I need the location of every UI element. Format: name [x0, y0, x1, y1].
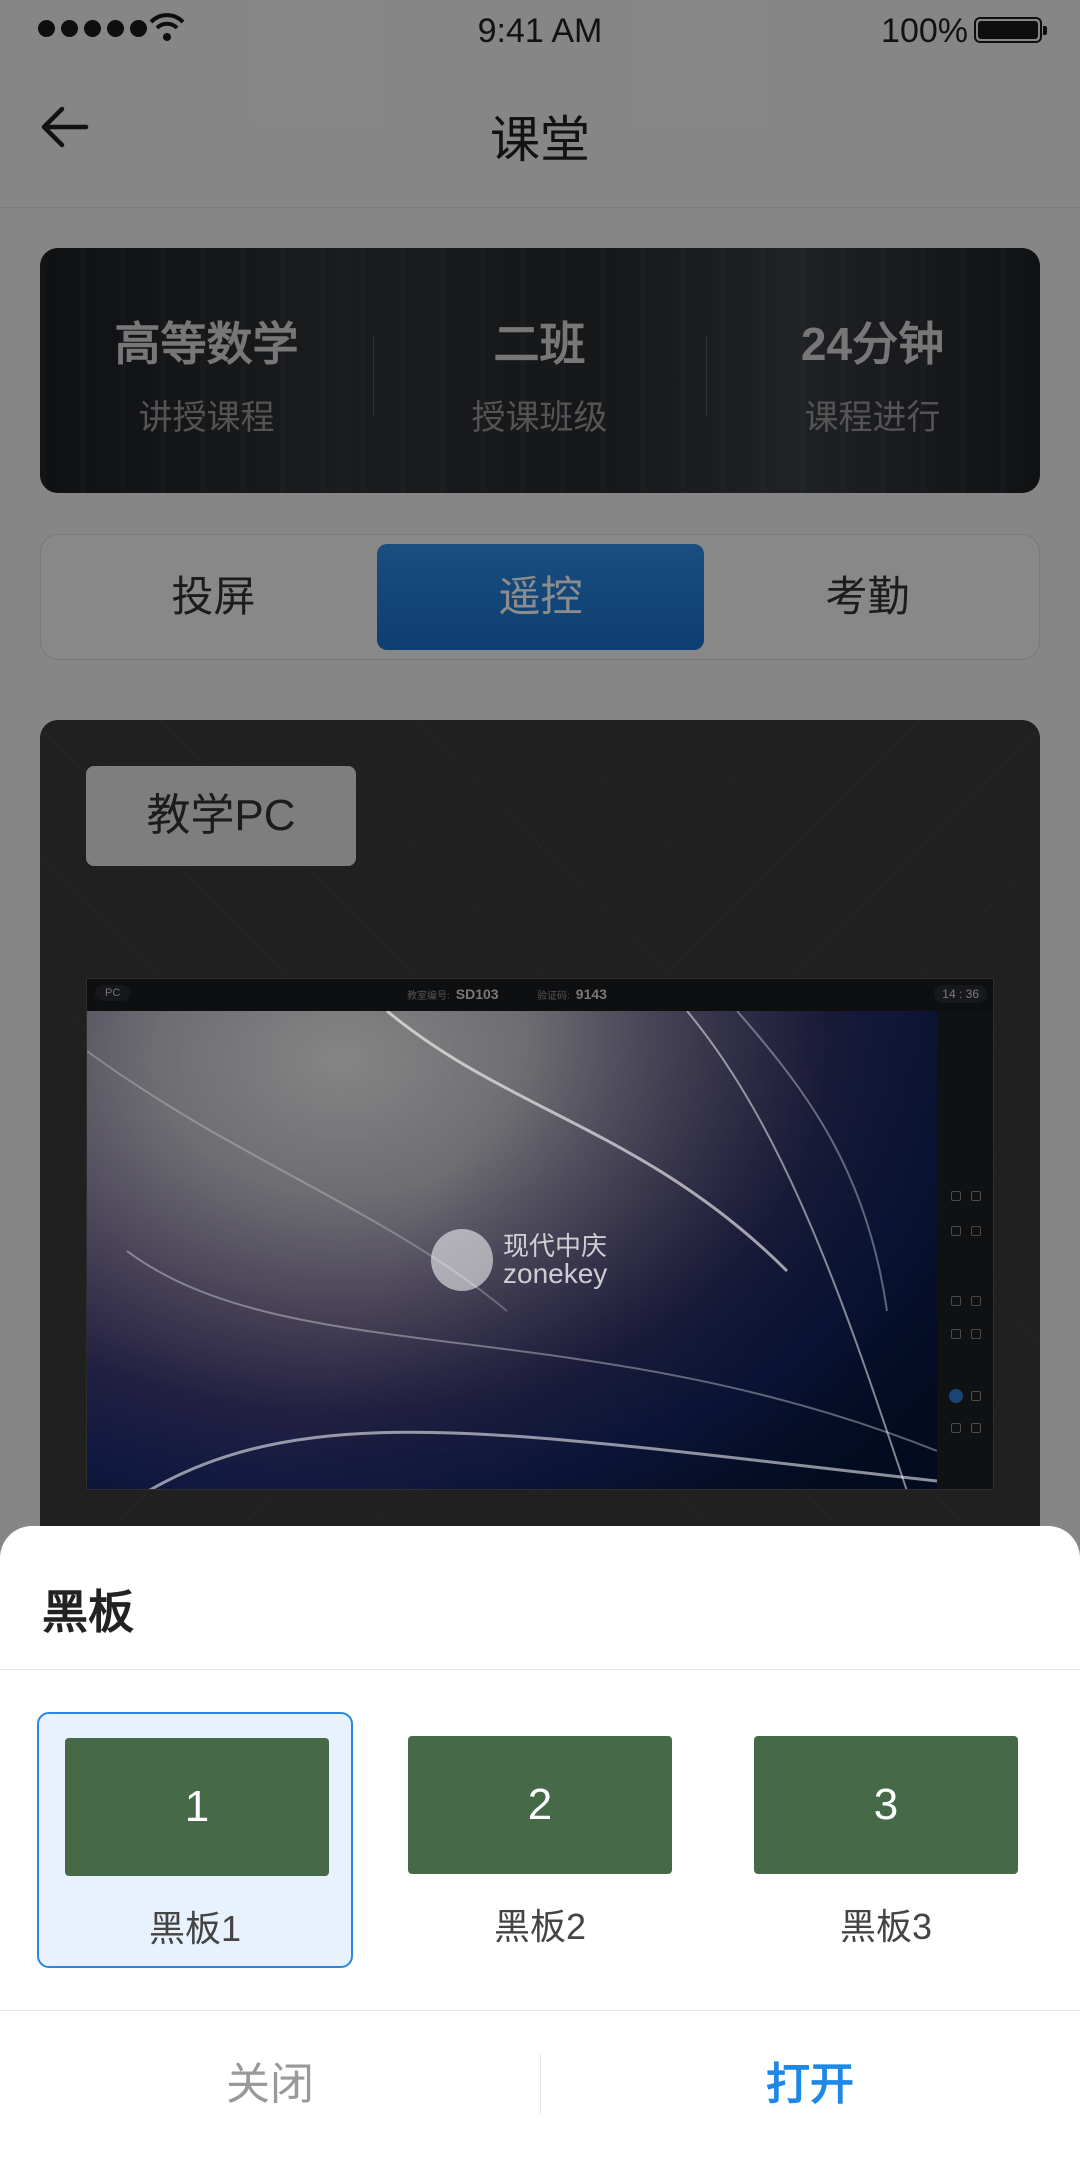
- board-thumbnail: 3: [754, 1736, 1018, 1874]
- sheet-title: 黑板: [42, 1586, 134, 1638]
- board-option-1[interactable]: 1 黑板1: [37, 1712, 353, 1968]
- board-label: 黑板3: [839, 1906, 933, 1947]
- zonekey-logo: 现代中庆 zonekey: [431, 1229, 607, 1291]
- board-label: 黑板2: [493, 1906, 587, 1947]
- board-option-2[interactable]: 2 黑板2: [382, 1712, 698, 1968]
- open-button[interactable]: 打开: [540, 2010, 1080, 2160]
- board-label: 黑板1: [148, 1908, 242, 1949]
- blackboard-sheet: 黑板 1 黑板1 2 黑板2 3 黑板3 关闭 打开: [0, 1526, 1080, 2160]
- board-option-3[interactable]: 3 黑板3: [728, 1712, 1044, 1968]
- logo-mark-icon: [431, 1229, 493, 1291]
- board-thumbnail: 2: [408, 1736, 672, 1874]
- screen-preview[interactable]: PC 教室编号: SD103 验证码: 9143 14 : 36 现代中庆 zone…: [86, 978, 994, 1490]
- divider: [0, 1669, 1080, 1670]
- desktop-wallpaper: 现代中庆 zonekey: [87, 1011, 937, 1489]
- logo-cn: 现代中庆: [503, 1231, 608, 1261]
- close-button[interactable]: 关闭: [0, 2010, 540, 2160]
- logo-en: zonekey: [503, 1258, 608, 1289]
- board-thumbnail: 1: [65, 1738, 329, 1876]
